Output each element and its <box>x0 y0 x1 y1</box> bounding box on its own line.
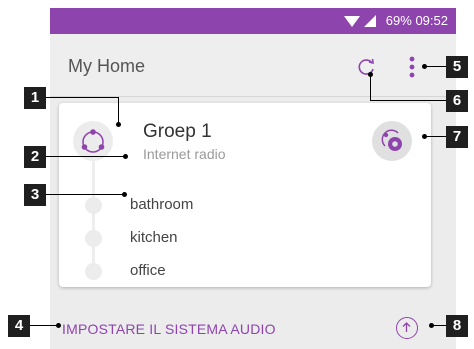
group-settings-icon[interactable] <box>372 121 412 161</box>
callout-dot <box>122 192 127 197</box>
room-name: bathroom <box>130 196 194 213</box>
callout-6: 6 <box>446 90 468 112</box>
callout-line <box>46 156 124 157</box>
room-item[interactable]: kitchen <box>85 225 385 251</box>
status-bar: 69% 09:52 <box>50 8 456 34</box>
more-vertical-icon[interactable] <box>407 56 417 78</box>
arrow-up-circle-icon[interactable] <box>396 317 418 339</box>
phone-screen: 69% 09:52 My Home Groep 1 Internet radio… <box>50 8 456 349</box>
callout-line <box>46 194 123 195</box>
callout-1: 1 <box>24 87 46 109</box>
callout-2: 2 <box>24 146 46 168</box>
signal-icons <box>344 14 378 33</box>
callout-line <box>46 97 118 98</box>
callout-line <box>425 136 446 137</box>
room-dot <box>85 230 102 247</box>
app-title: My Home <box>68 56 146 76</box>
room-item[interactable]: bathroom <box>85 192 385 218</box>
status-time: 69% 09:52 <box>385 13 448 28</box>
callout-4: 4 <box>8 315 30 337</box>
group-icon <box>73 121 113 161</box>
group-card[interactable]: Groep 1 Internet radio bathroom kitchen … <box>59 103 431 287</box>
callout-3: 3 <box>24 184 46 206</box>
callout-dot <box>123 154 128 159</box>
callout-7: 7 <box>446 126 468 148</box>
callout-8: 8 <box>446 315 468 337</box>
room-name: kitchen <box>130 229 178 246</box>
group-name: Groep 1 <box>143 121 212 142</box>
app-bar: My Home <box>50 34 456 97</box>
wifi-signal-icon <box>344 15 376 27</box>
callout-dot <box>422 134 427 139</box>
bottom-bar: IMPOSTARE IL SISTEMA AUDIO <box>50 309 456 349</box>
callout-line <box>370 100 446 101</box>
group-source: Internet radio <box>143 146 226 162</box>
callout-line <box>30 325 57 326</box>
refresh-icon[interactable] <box>355 56 377 78</box>
callout-line <box>370 74 371 100</box>
callout-dot <box>116 122 121 127</box>
room-dot <box>85 197 102 214</box>
callout-dot <box>422 64 427 69</box>
callout-dot <box>368 72 373 77</box>
callout-line <box>425 66 446 67</box>
callout-5: 5 <box>446 56 468 78</box>
setup-audio-system-link[interactable]: IMPOSTARE IL SISTEMA AUDIO <box>62 321 276 337</box>
room-dot <box>85 263 102 280</box>
callout-line <box>118 97 119 124</box>
callout-dot <box>56 323 61 328</box>
room-item[interactable]: office <box>85 258 385 284</box>
callout-dot <box>429 323 434 328</box>
room-name: office <box>130 262 166 279</box>
